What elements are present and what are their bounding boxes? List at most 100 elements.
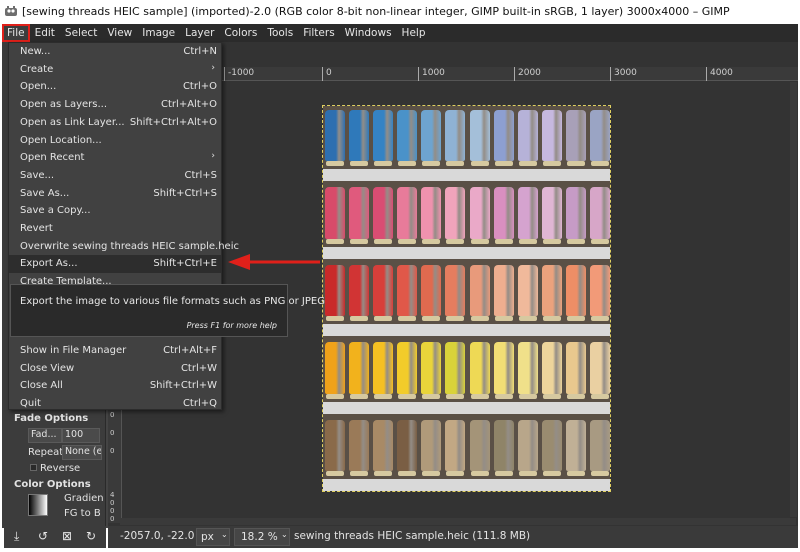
file-menu-item[interactable]: Save... Ctrl+S bbox=[9, 167, 221, 185]
menu-item-label: New... bbox=[20, 46, 51, 57]
spool-cap bbox=[326, 238, 345, 244]
reset-icon[interactable]: ↻ bbox=[86, 529, 96, 543]
menu-file[interactable]: File bbox=[2, 24, 30, 42]
menu-image[interactable]: Image bbox=[137, 24, 180, 42]
file-menu-item[interactable]: Save As... Shift+Ctrl+S bbox=[9, 185, 221, 203]
zoom-select[interactable]: 18.2 % ⌄ bbox=[234, 528, 290, 546]
spool-cap bbox=[326, 161, 345, 167]
menu-view[interactable]: View bbox=[102, 24, 137, 42]
menu-colors[interactable]: Colors bbox=[219, 24, 262, 42]
top-ruler[interactable]: -1000 0 1000 2000 3000 4000 bbox=[222, 67, 798, 81]
ruler-label: 0 bbox=[110, 507, 115, 515]
spool-cap bbox=[494, 470, 513, 476]
file-menu-item[interactable]: Export As... Shift+Ctrl+E bbox=[9, 255, 221, 274]
file-menu-item[interactable]: Open as Link Layer... Shift+Ctrl+Alt+O bbox=[9, 114, 221, 132]
shelf-label-strip bbox=[323, 324, 610, 337]
menu-windows[interactable]: Windows bbox=[340, 24, 397, 42]
thread-spool bbox=[349, 264, 370, 317]
ruler-label: 0 bbox=[110, 447, 115, 455]
menu-layer[interactable]: Layer bbox=[180, 24, 219, 42]
ruler-label: 0 bbox=[110, 429, 115, 437]
tooltip-help-text: Press F1 for more help bbox=[186, 321, 277, 330]
fade-length-input[interactable]: 100 bbox=[62, 428, 100, 443]
file-menu-item[interactable]: Close All Shift+Ctrl+W bbox=[9, 377, 221, 395]
thread-spool bbox=[469, 342, 490, 394]
dock-button-bar: ⤓ ↺ ⊠ ↻ bbox=[4, 526, 106, 548]
spool-cap bbox=[518, 393, 537, 399]
menu-item-shortcut: Ctrl+Q bbox=[182, 398, 217, 410]
spool-cap bbox=[422, 470, 441, 476]
thread-spool bbox=[565, 110, 586, 162]
menu-item-label: Quit bbox=[20, 398, 41, 410]
thread-spool bbox=[421, 264, 442, 317]
thread-spool bbox=[493, 419, 514, 471]
spool-cap bbox=[590, 470, 609, 476]
thread-spool bbox=[589, 419, 610, 471]
file-menu-item[interactable]: Open Recent › bbox=[9, 149, 221, 167]
save-tool-preset-icon[interactable]: ⤓ bbox=[14, 529, 19, 544]
menu-item-label: Show in File Manager bbox=[20, 345, 127, 356]
spool-cap bbox=[422, 161, 441, 167]
gradient-preview[interactable] bbox=[28, 494, 48, 516]
ruler-label: 0 bbox=[110, 515, 115, 523]
spool-cap bbox=[374, 238, 393, 244]
menu-help[interactable]: Help bbox=[397, 24, 431, 42]
thread-spool bbox=[589, 187, 610, 239]
thread-spool bbox=[421, 110, 442, 162]
menu-item-label: Open as Layers... bbox=[20, 99, 108, 111]
file-menu-item[interactable]: Save a Copy... bbox=[9, 202, 221, 220]
file-menu-item[interactable]: New... Ctrl+N bbox=[9, 43, 221, 61]
file-menu-item[interactable]: Overwrite sewing threads HEIC sample.hei… bbox=[9, 238, 239, 256]
thread-spool bbox=[589, 342, 610, 394]
menu-item-shortcut: Shift+Ctrl+Alt+O bbox=[129, 116, 217, 128]
file-menu-item[interactable]: Open Location... bbox=[9, 132, 221, 150]
menu-filters[interactable]: Filters bbox=[298, 24, 339, 42]
spool-cap bbox=[350, 470, 369, 476]
file-menu-item[interactable]: Show in File Manager Ctrl+Alt+F bbox=[9, 342, 221, 360]
thread-spool bbox=[565, 187, 586, 239]
spool-cap bbox=[422, 316, 441, 322]
file-menu-item[interactable]: Create › bbox=[9, 61, 221, 79]
thread-spool bbox=[397, 342, 418, 394]
spool-cap bbox=[494, 393, 513, 399]
file-menu-item[interactable]: Open... Ctrl+O bbox=[9, 78, 221, 96]
spool-cap bbox=[590, 161, 609, 167]
reverse-checkbox[interactable] bbox=[30, 464, 37, 471]
menu-edit[interactable]: Edit bbox=[30, 24, 60, 42]
thread-spool bbox=[541, 110, 562, 162]
spool-cap bbox=[518, 238, 537, 244]
shelf-label-strip bbox=[323, 401, 610, 414]
left-ruler[interactable]: 0 0 0 4 0 0 0 bbox=[108, 405, 122, 523]
menu-item-label: Close View bbox=[20, 362, 75, 374]
ruler-label: 0 bbox=[322, 67, 332, 81]
vertical-scrollbar[interactable] bbox=[790, 82, 797, 517]
file-menu-item[interactable]: Close View Ctrl+W bbox=[9, 360, 221, 378]
fade-length-label: Fad... bbox=[28, 428, 62, 443]
menu-tools[interactable]: Tools bbox=[262, 24, 298, 42]
thread-spool bbox=[373, 342, 394, 394]
image-canvas[interactable] bbox=[322, 105, 611, 492]
menu-item-shortcut: Ctrl+O bbox=[182, 81, 217, 93]
spool-cap bbox=[542, 393, 561, 399]
tooltip: Export the image to various file formats… bbox=[10, 284, 325, 337]
restore-icon[interactable]: ↺ bbox=[38, 529, 48, 543]
file-menu-item[interactable]: Open as Layers... Ctrl+Alt+O bbox=[9, 96, 221, 114]
delete-icon[interactable]: ⊠ bbox=[62, 529, 72, 543]
gradient-mode: FG to B bbox=[64, 508, 101, 519]
window-titlebar: [sewing threads HEIC sample] (imported)-… bbox=[0, 0, 800, 24]
menu-item-shortcut: Ctrl+Alt+O bbox=[161, 99, 217, 111]
thread-spool bbox=[445, 342, 466, 394]
file-menu-item[interactable]: Revert bbox=[9, 220, 221, 238]
menu-select[interactable]: Select bbox=[60, 24, 102, 42]
spool-cap bbox=[470, 161, 489, 167]
fade-options-heading: Fade Options bbox=[14, 413, 89, 424]
spool-cap bbox=[470, 316, 489, 322]
file-menu-item[interactable]: Quit Ctrl+Q bbox=[9, 395, 221, 413]
repeat-select[interactable]: None (e bbox=[62, 445, 102, 460]
spool-cap bbox=[470, 393, 489, 399]
horizontal-scrollbar[interactable] bbox=[120, 518, 796, 525]
spool-cap bbox=[422, 238, 441, 244]
menu-item-shortcut: Ctrl+N bbox=[183, 46, 217, 57]
unit-select[interactable]: px ⌄ bbox=[196, 528, 230, 546]
thread-spool bbox=[517, 110, 538, 162]
